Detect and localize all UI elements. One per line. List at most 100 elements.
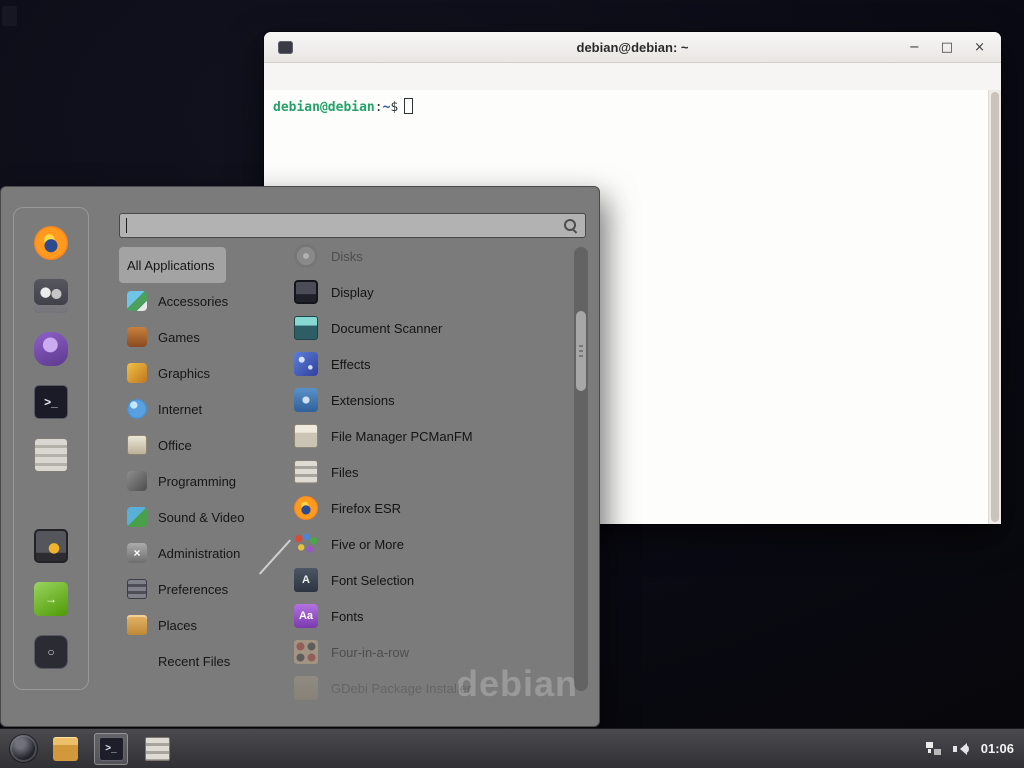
application-label: Four-in-a-row [331, 645, 409, 660]
minimize-button[interactable]: − [909, 41, 920, 54]
menu-scroll-thumb[interactable] [576, 311, 586, 391]
window-title: debian@debian: ~ [264, 40, 1001, 55]
menu-scrollbar[interactable] [574, 247, 588, 691]
application-label: Firefox ESR [331, 501, 401, 516]
category-recent-files[interactable]: Recent Files [119, 643, 242, 679]
menu-logo-icon [10, 735, 37, 762]
search-icon [563, 218, 578, 233]
four-in-a-row-icon [294, 640, 318, 664]
category-label: Administration [158, 546, 240, 561]
files-launcher[interactable] [140, 733, 174, 765]
file-manager-launcher[interactable] [48, 733, 82, 765]
system-tray: 01:06 [925, 741, 1014, 756]
shutdown-icon: ○ [34, 635, 68, 669]
taskbar-launchers: >_ [48, 733, 174, 765]
category-label: Accessories [158, 294, 228, 309]
places-folder-icon [127, 615, 147, 635]
category-all-applications[interactable]: All Applications [119, 247, 226, 283]
application-label: Fonts [331, 609, 364, 624]
effects-icon [294, 352, 318, 376]
app-display[interactable]: Display [286, 274, 572, 310]
app-four-in-a-row[interactable]: Four-in-a-row [286, 634, 572, 670]
app-font-selection[interactable]: A Font Selection [286, 562, 572, 598]
volume-icon[interactable] [953, 742, 970, 756]
category-programming[interactable]: Programming [119, 463, 248, 499]
software-manager-favorite[interactable] [33, 438, 69, 472]
desktop-shortcut-icon[interactable] [2, 6, 17, 26]
category-internet[interactable]: Internet [119, 391, 214, 427]
fonts-icon: Aa [294, 604, 318, 628]
terminal-scrollbar[interactable] [988, 90, 1001, 524]
graphics-icon [127, 363, 147, 383]
firefox-favorite[interactable] [33, 226, 69, 260]
menu-search-input[interactable] [127, 214, 563, 237]
application-list: Disks Display Document Scanner Effects E… [286, 238, 572, 708]
app-fonts[interactable]: Aa Fonts [286, 598, 572, 634]
app-files[interactable]: Files [286, 454, 572, 490]
app-document-scanner[interactable]: Document Scanner [286, 310, 572, 346]
category-label: Programming [158, 474, 236, 489]
disks-icon [294, 244, 318, 268]
application-label: GDebi Package Installer [331, 681, 471, 696]
app-firefox-esr[interactable]: Firefox ESR [286, 490, 572, 526]
category-places[interactable]: Places [119, 607, 209, 643]
category-office[interactable]: Office [119, 427, 204, 463]
maximize-button[interactable]: □ [941, 41, 953, 54]
firefox-icon [294, 496, 318, 520]
application-label: Font Selection [331, 573, 414, 588]
network-icon[interactable] [925, 741, 942, 756]
category-preferences[interactable]: Preferences [119, 571, 240, 607]
terminal-titlebar[interactable]: debian@debian: ~ − □ × [264, 32, 1001, 63]
terminal-scroll-thumb[interactable] [991, 92, 999, 522]
lock-screen-icon [34, 529, 68, 563]
menu-button[interactable] [6, 732, 40, 766]
prompt-dollar: $ [390, 100, 398, 115]
accessories-icon [127, 291, 147, 311]
pidgin-favorite[interactable] [33, 332, 69, 366]
search-bar [119, 213, 586, 238]
extensions-icon [294, 388, 318, 412]
category-games[interactable]: Games [119, 319, 212, 355]
category-accessories[interactable]: Accessories [119, 283, 240, 319]
app-gdebi-package-installer[interactable]: GDebi Package Installer [286, 670, 572, 706]
prompt-user-host: debian@debian [273, 100, 375, 115]
favorites-bottom: → ○ [33, 529, 69, 669]
office-icon [127, 435, 147, 455]
application-label: Files [331, 465, 358, 480]
close-button[interactable]: × [974, 41, 985, 54]
category-label: All Applications [127, 258, 214, 273]
category-graphics[interactable]: Graphics [119, 355, 222, 391]
window-controls: − □ × [909, 41, 985, 54]
files-cabinet-icon [294, 460, 318, 484]
prompt-colon: : [375, 100, 383, 115]
application-label: Five or More [331, 537, 404, 552]
category-list: All Applications Accessories Games Graph… [119, 247, 283, 679]
app-disks[interactable]: Disks [286, 238, 572, 274]
firefox-icon [34, 226, 68, 260]
user-accounts-favorite[interactable] [33, 279, 69, 313]
category-label: Recent Files [158, 654, 230, 669]
scroll-grip-dot [579, 355, 583, 357]
app-extensions[interactable]: Extensions [286, 382, 572, 418]
terminal-launcher[interactable]: >_ [94, 733, 128, 765]
category-label: Office [158, 438, 192, 453]
font-selection-icon: A [294, 568, 318, 592]
category-sound-video[interactable]: Sound & Video [119, 499, 257, 535]
app-file-manager-pcmanfm[interactable]: File Manager PCManFM [286, 418, 572, 454]
clock[interactable]: 01:06 [981, 741, 1014, 756]
terminal-favorite[interactable]: >_ [33, 385, 69, 419]
pidgin-icon [34, 332, 68, 366]
sound-video-icon [127, 507, 147, 527]
shutdown-favorite[interactable]: ○ [33, 635, 69, 669]
terminal-cursor [404, 98, 413, 114]
logout-favorite[interactable]: → [33, 582, 69, 616]
users-icon [34, 279, 68, 313]
category-label: Graphics [158, 366, 210, 381]
lock-screen-favorite[interactable] [33, 529, 69, 563]
app-five-or-more[interactable]: Five or More [286, 526, 572, 562]
app-effects[interactable]: Effects [286, 346, 572, 382]
terminal-icon [278, 41, 293, 54]
category-administration[interactable]: × Administration [119, 535, 252, 571]
gdebi-icon [294, 676, 318, 700]
favorites-top: >_ [33, 226, 69, 472]
